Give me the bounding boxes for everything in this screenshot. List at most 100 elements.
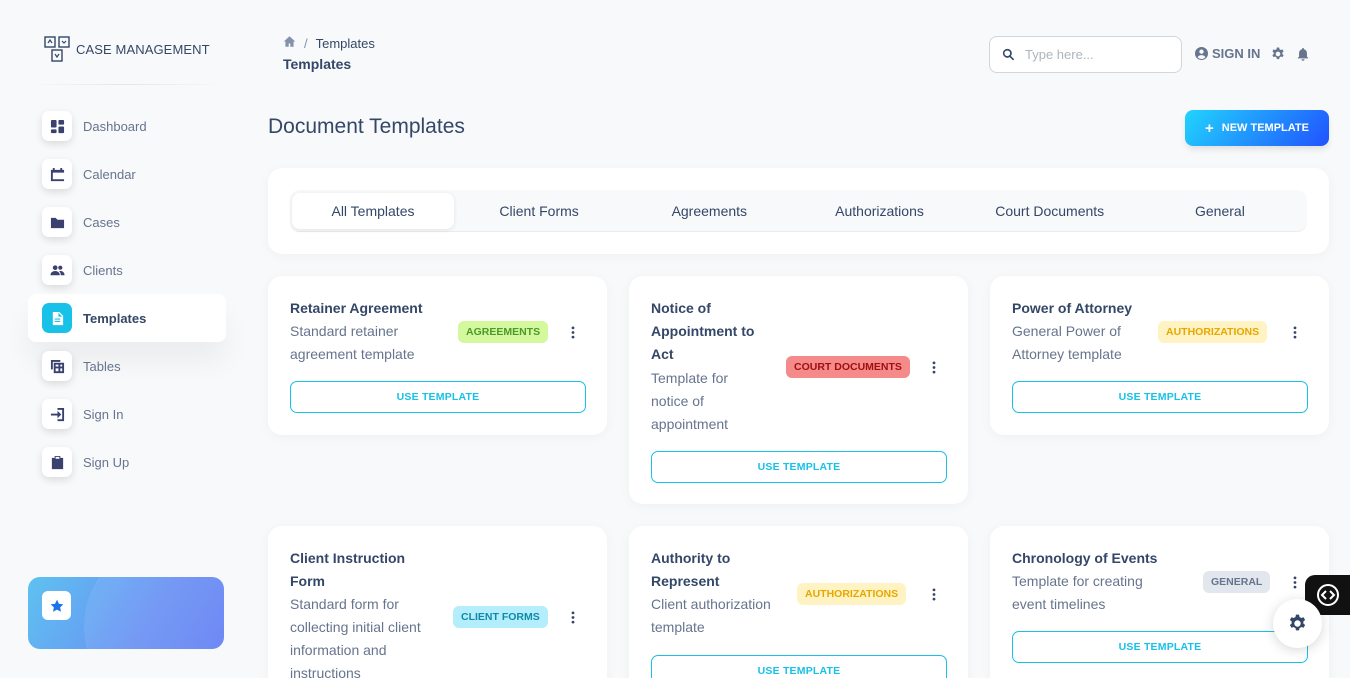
template-title-line: Appointment to (651, 323, 755, 339)
template-description: Template for notice of appointment (651, 367, 728, 436)
template-title: Authority to Represent (651, 547, 730, 593)
template-description-line: Attorney template (1012, 346, 1122, 362)
template-description-line: instructions (290, 665, 361, 678)
sidebar-item-label: Tables (83, 358, 121, 374)
sidebar-item-dashboard[interactable]: Dashboard (28, 102, 226, 150)
sidebar-item-tables[interactable]: Tables (28, 342, 226, 390)
use-template-button[interactable]: USE TEMPLATE (1012, 381, 1308, 413)
tab-agreements[interactable]: Agreements (624, 193, 794, 229)
dashboard-icon (42, 111, 72, 141)
template-description-line: General Power of (1012, 323, 1121, 339)
help-card[interactable] (28, 577, 224, 649)
document-icon (42, 303, 72, 333)
sidebar-nav: Dashboard Calendar Cases Clients Templat… (28, 102, 226, 486)
template-description: General Power of Attorney template (1012, 320, 1122, 366)
sidebar-item-clients[interactable]: Clients (28, 246, 226, 294)
more-options-icon[interactable] (566, 324, 580, 340)
template-title: Retainer Agreement (290, 297, 423, 320)
clipboard-icon (42, 447, 72, 477)
case-logo-icon (44, 36, 70, 62)
category-badge: AGREEMENTS (458, 321, 549, 343)
template-title-line: Power of Attorney (1012, 300, 1133, 316)
gear-icon (1289, 614, 1306, 631)
sidebar-divider (28, 84, 226, 85)
category-badge: COURT DOCUMENTS (786, 356, 910, 378)
template-card: Client Instruction Form Standard form fo… (268, 526, 607, 678)
table-icon (42, 351, 72, 381)
home-icon[interactable] (283, 35, 296, 51)
category-badge: CLIENT FORMS (453, 606, 548, 628)
template-title: Chronology of Events (1012, 547, 1157, 570)
template-description-line: agreement template (290, 346, 415, 362)
people-icon (42, 255, 72, 285)
bell-icon[interactable] (1296, 47, 1310, 61)
user-circle-icon (1195, 47, 1208, 60)
template-description-line: notice of (651, 393, 704, 409)
template-title-line: Client Instruction (290, 550, 406, 566)
star-icon (42, 591, 71, 620)
sidebar-item-label: Sign In (83, 406, 124, 422)
template-title-line: Act (651, 346, 674, 362)
breadcrumb-separator: / (304, 35, 308, 51)
sidebar-item-sign-in[interactable]: Sign In (28, 390, 226, 438)
sign-in-link[interactable]: SIGN IN (1195, 46, 1260, 61)
more-options-icon[interactable] (927, 586, 941, 602)
template-description-line: Standard retainer (290, 323, 399, 339)
template-title-line: Retainer Agreement (290, 300, 423, 316)
section-title: Document Templates (268, 115, 465, 138)
more-options-icon[interactable] (1288, 574, 1302, 590)
template-description-line: appointment (651, 416, 729, 432)
more-options-icon[interactable] (927, 359, 941, 375)
breadcrumb: / Templates (283, 35, 375, 51)
brand-name: CASE MANAGEMENT (76, 41, 210, 57)
template-description-line: Client authorization (651, 596, 771, 612)
sidebar-item-sign-up[interactable]: Sign Up (28, 438, 226, 486)
use-template-button[interactable]: USE TEMPLATE (290, 381, 586, 413)
gear-icon[interactable] (1271, 47, 1285, 61)
new-template-button[interactable]: + NEW TEMPLATE (1185, 110, 1329, 146)
template-description-line: Template for creating (1012, 573, 1143, 589)
sidebar-item-label: Calendar (83, 166, 136, 182)
code-icon (1316, 584, 1339, 606)
category-badge: GENERAL (1203, 571, 1271, 593)
page-title: Templates (283, 56, 352, 72)
more-options-icon[interactable] (1288, 324, 1302, 340)
template-description-line: Template for (651, 370, 729, 386)
folder-icon (42, 207, 72, 237)
login-icon (42, 399, 72, 429)
use-template-button[interactable]: USE TEMPLATE (651, 655, 947, 678)
tab-client-forms[interactable]: Client Forms (454, 193, 624, 229)
tab-court-documents[interactable]: Court Documents (965, 193, 1135, 229)
category-badge: AUTHORIZATIONS (797, 583, 907, 605)
tab-authorizations[interactable]: Authorizations (794, 193, 964, 229)
template-card: Notice of Appointment to Act Template fo… (629, 276, 968, 504)
template-title-line: Form (290, 573, 325, 589)
search-box (989, 36, 1182, 73)
more-options-icon[interactable] (566, 609, 580, 625)
search-icon (1002, 48, 1015, 61)
plus-icon: + (1205, 119, 1214, 137)
template-card: Authority to Represent Client authorizat… (629, 526, 968, 678)
sidebar-item-templates[interactable]: Templates (28, 294, 226, 342)
use-template-button[interactable]: USE TEMPLATE (651, 451, 947, 483)
sidebar-item-cases[interactable]: Cases (28, 198, 226, 246)
template-title: Power of Attorney (1012, 297, 1132, 320)
use-template-button[interactable]: USE TEMPLATE (1012, 631, 1308, 663)
template-description-line: information and (290, 642, 387, 658)
breadcrumb-current: Templates (315, 35, 375, 51)
settings-fab[interactable] (1273, 599, 1322, 648)
template-title-line: Chronology of Events (1012, 550, 1158, 566)
search-input[interactable] (1025, 47, 1165, 62)
tabs-card: All Templates Client Forms Agreements Au… (268, 168, 1329, 254)
sidebar-item-calendar[interactable]: Calendar (28, 150, 226, 198)
tab-all-templates[interactable]: All Templates (292, 192, 454, 229)
template-description-line: collecting initial client (290, 619, 421, 635)
brand[interactable]: CASE MANAGEMENT (44, 36, 210, 62)
sidebar-item-label: Sign Up (83, 454, 130, 470)
category-tabs: All Templates Client Forms Agreements Au… (290, 190, 1307, 232)
sidebar-item-label: Templates (83, 310, 147, 326)
template-title-line: Represent (651, 573, 720, 589)
tab-general[interactable]: General (1135, 193, 1305, 229)
sidebar-item-label: Dashboard (83, 118, 147, 134)
template-description: Standard retainer agreement template (290, 320, 415, 366)
